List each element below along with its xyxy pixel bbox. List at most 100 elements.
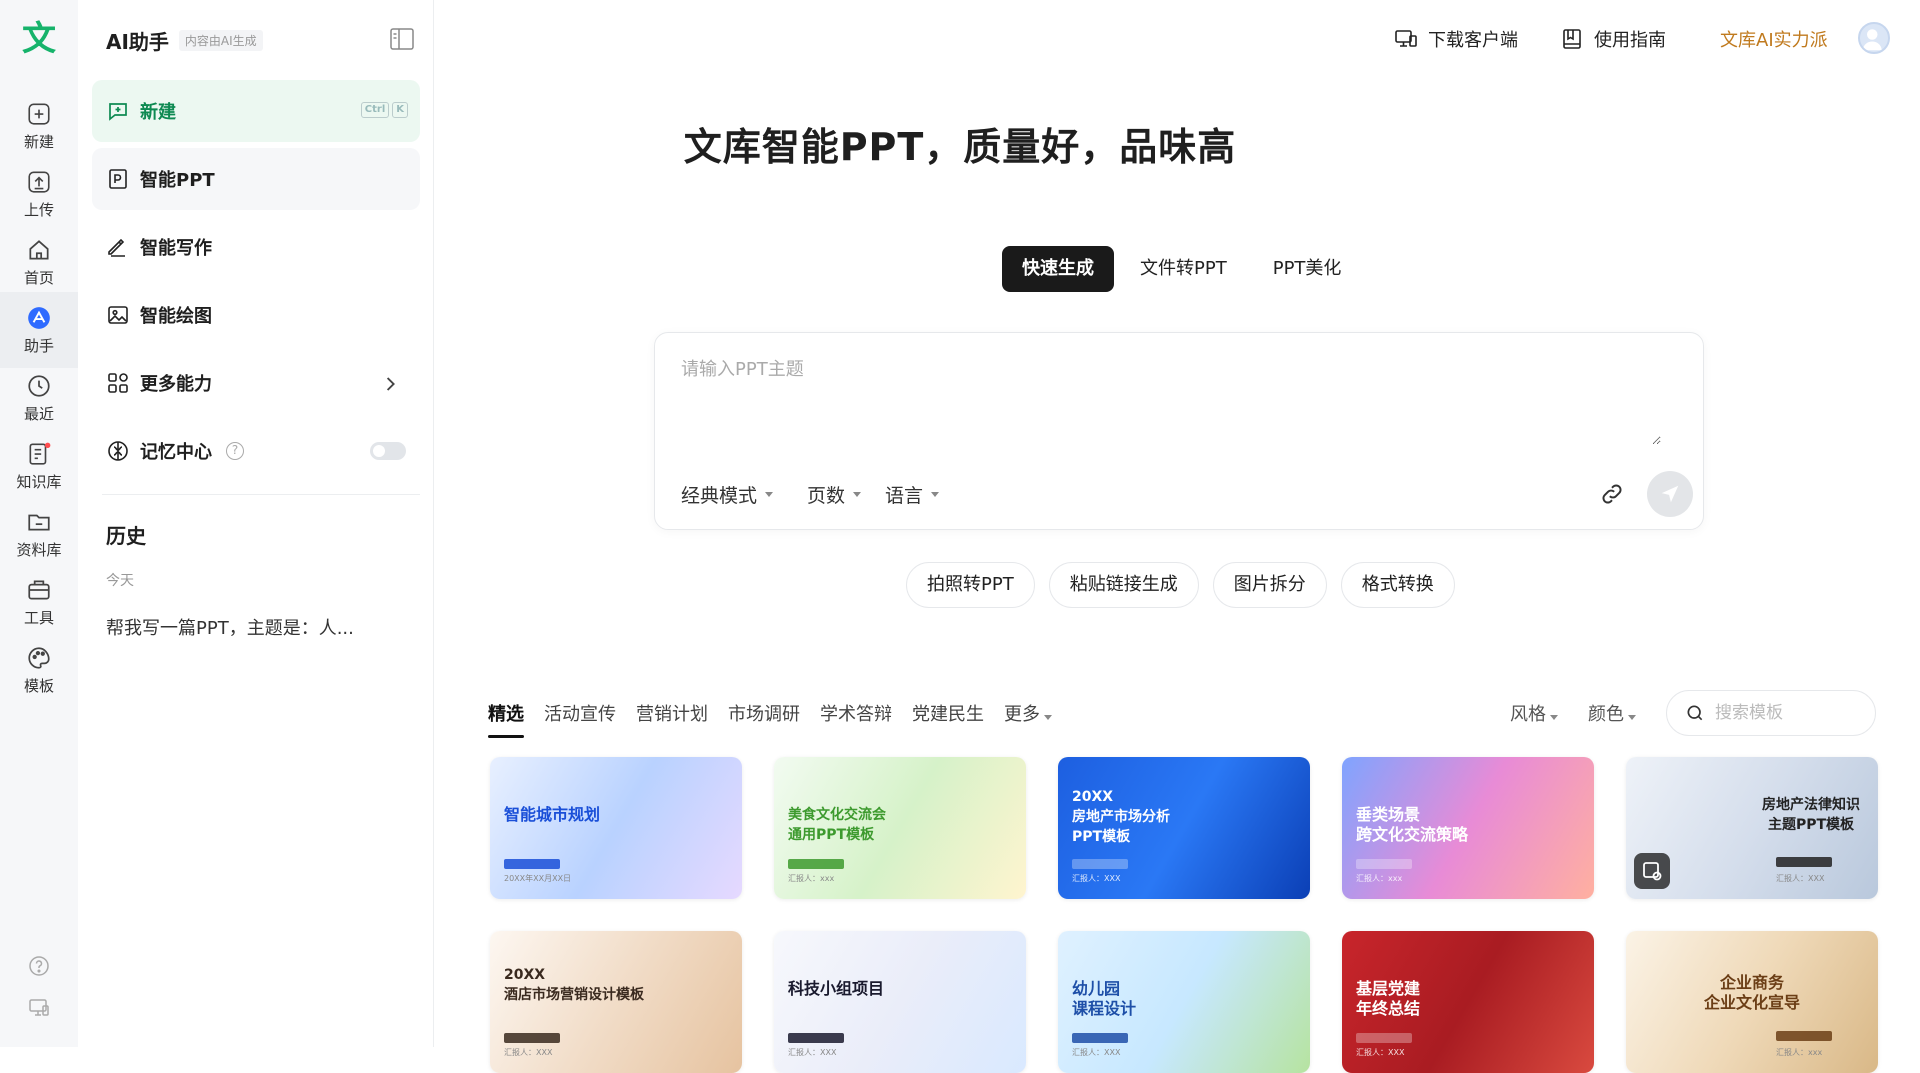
sidebar-toggle-icon[interactable] — [390, 28, 414, 50]
menu-item-more-abilities[interactable]: 更多能力 — [92, 352, 420, 414]
device-icon[interactable] — [27, 996, 51, 1020]
style-filter-label: 风格 — [1510, 704, 1546, 725]
rail-item-tools[interactable]: 工具 — [0, 564, 78, 640]
help-icon[interactable] — [27, 954, 51, 978]
panel-title: AI助手 — [106, 30, 169, 54]
template-subtitle: 20XX年XX月XX日 — [504, 874, 572, 883]
link-icon[interactable] — [1599, 481, 1625, 507]
template-badge — [1072, 859, 1128, 869]
template-subtitle: 汇报人：XXX — [1776, 874, 1825, 883]
template-card[interactable]: 垂类场景 跨文化交流策略 汇报人：xxx — [1342, 757, 1594, 899]
user-guide-link[interactable]: 使用指南 — [1560, 26, 1666, 52]
rail-label: 上传 — [23, 200, 54, 219]
template-search — [1666, 690, 1876, 736]
chip-image-split[interactable]: 图片拆分 — [1212, 562, 1327, 608]
template-title: 智能城市规划 — [504, 805, 601, 824]
template-subtitle: 汇报人：XXX — [1356, 1048, 1405, 1057]
category-more-label: 更多 — [1004, 704, 1040, 725]
caret-down-icon — [1628, 715, 1636, 720]
template-subtitle: 汇报人：XXX — [504, 1048, 553, 1057]
template-title: 垂类场景 跨文化交流策略 — [1356, 805, 1469, 844]
rail-item-home[interactable]: 首页 — [0, 224, 78, 300]
rail-item-assistant[interactable]: 助手 — [0, 292, 78, 368]
ai-generated-tag: 内容由AI生成 — [178, 30, 263, 51]
tab-file-to-ppt[interactable]: 文件转PPT — [1120, 246, 1247, 292]
mode-dropdown-label: 经典模式 — [681, 485, 758, 507]
template-card[interactable]: 幼儿园 课程设计 汇报人：XXX — [1058, 931, 1310, 1073]
rail-item-recent[interactable]: 最近 — [0, 360, 78, 436]
folder-icon — [28, 514, 50, 530]
history-item[interactable]: 帮我写一篇PPT，主题是：人... — [106, 614, 354, 640]
rail-label: 模板 — [23, 676, 54, 695]
send-button[interactable] — [1647, 471, 1693, 517]
rail-label: 知识库 — [16, 472, 62, 491]
menu-item-memory-center[interactable]: 记忆中心 ? — [92, 420, 420, 482]
app-logo[interactable]: 文 — [20, 20, 58, 58]
template-subtitle: 汇报人：XXX — [1072, 1048, 1121, 1057]
rail-item-library[interactable]: 资料库 — [0, 496, 78, 572]
palette-icon — [28, 646, 50, 669]
history-date-group: 今天 — [106, 573, 134, 589]
clock-icon — [28, 374, 50, 397]
template-card[interactable]: 房地产法律知识 主题PPT模板 汇报人：XXX — [1626, 757, 1878, 899]
chip-format-convert[interactable]: 格式转换 — [1340, 562, 1455, 608]
image-icon — [108, 306, 128, 324]
language-dropdown-label: 语言 — [885, 485, 924, 507]
mode-tabs: 快速生成 文件转PPT PPT美化 — [1002, 246, 1362, 292]
template-title: 企业商务 企业文化宣导 — [1703, 973, 1800, 1012]
template-subtitle: 汇报人：XXX — [788, 1048, 837, 1057]
chip-photo-to-ppt[interactable]: 拍照转PPT — [906, 562, 1035, 608]
chevron-right-icon — [386, 377, 395, 391]
template-title: 科技小组项目 — [788, 979, 885, 998]
home-icon — [29, 239, 49, 260]
template-title: 20XX 房地产市场分析 PPT模板 — [1072, 789, 1170, 845]
category-events[interactable]: 活动宣传 — [544, 700, 616, 726]
toolbox-icon — [28, 579, 50, 600]
style-filter[interactable]: 风格 — [1510, 700, 1558, 726]
template-card[interactable]: 智能城市规划 20XX年XX月XX日 — [490, 757, 742, 899]
rail-item-knowledge[interactable]: 知识库 — [0, 428, 78, 504]
monitor-icon — [1395, 30, 1417, 47]
color-filter[interactable]: 颜色 — [1588, 700, 1636, 726]
template-badge — [1356, 859, 1412, 869]
promo-link[interactable]: 文库AI实力派 — [1720, 26, 1828, 52]
pages-dropdown[interactable]: 页数 — [807, 481, 862, 508]
caret-down-icon — [1044, 715, 1052, 720]
template-card[interactable]: 基层党建 年终总结 汇报人：XXX — [1342, 931, 1594, 1073]
divider — [102, 494, 420, 495]
category-research[interactable]: 市场调研 — [728, 700, 800, 726]
language-dropdown[interactable]: 语言 — [885, 481, 940, 508]
category-more[interactable]: 更多 — [1004, 700, 1052, 726]
template-subtitle: 汇报人：xxx — [1776, 1048, 1823, 1057]
template-card[interactable]: 20XX 酒店市场营销设计模板 汇报人：XXX — [490, 931, 742, 1073]
hero-title-wrap: 文库智能PPT，质量好，品味高 — [0, 116, 1920, 171]
template-card[interactable]: 科技小组项目汇报人：XXX — [774, 931, 1026, 1073]
template-card[interactable]: 美食文化交流会 通用PPT模板 汇报人：xxx — [774, 757, 1026, 899]
category-marketing[interactable]: 营销计划 — [636, 700, 708, 726]
search-icon — [1687, 705, 1703, 721]
hero-title: 文库智能PPT，质量好，品味高 — [683, 125, 1237, 169]
download-client-link[interactable]: 下载客户端 — [1394, 26, 1518, 52]
template-badge — [788, 859, 844, 869]
question-icon[interactable]: ? — [226, 442, 244, 460]
template-card[interactable]: 20XX 房地产市场分析 PPT模板 汇报人：XXX — [1058, 757, 1310, 899]
category-featured[interactable]: 精选 — [488, 700, 524, 738]
mode-dropdown[interactable]: 经典模式 — [681, 481, 774, 508]
prompt-box: 经典模式 页数 语言 — [654, 332, 1704, 530]
ppt-topic-input[interactable] — [681, 355, 1661, 445]
category-academic[interactable]: 学术答辩 — [820, 700, 892, 726]
template-search-input[interactable] — [1715, 703, 1865, 723]
image-search-icon[interactable] — [1634, 853, 1670, 889]
tab-quick-generate[interactable]: 快速生成 — [1002, 246, 1114, 292]
memory-toggle[interactable] — [370, 442, 406, 460]
grid-icon — [108, 373, 128, 393]
menu-item-smart-drawing[interactable]: 智能绘图 — [92, 284, 420, 346]
chip-link-generate[interactable]: 粘贴链接生成 — [1048, 562, 1199, 608]
rail-item-templates[interactable]: 模板 — [0, 632, 78, 708]
template-badge — [1356, 1033, 1412, 1043]
tab-ppt-beautify[interactable]: PPT美化 — [1253, 246, 1362, 292]
template-card[interactable]: 企业商务 企业文化宣导汇报人：xxx — [1626, 931, 1878, 1073]
user-avatar[interactable] — [1858, 22, 1890, 54]
menu-item-smart-writing[interactable]: 智能写作 — [92, 216, 420, 278]
category-party[interactable]: 党建民生 — [912, 700, 984, 726]
